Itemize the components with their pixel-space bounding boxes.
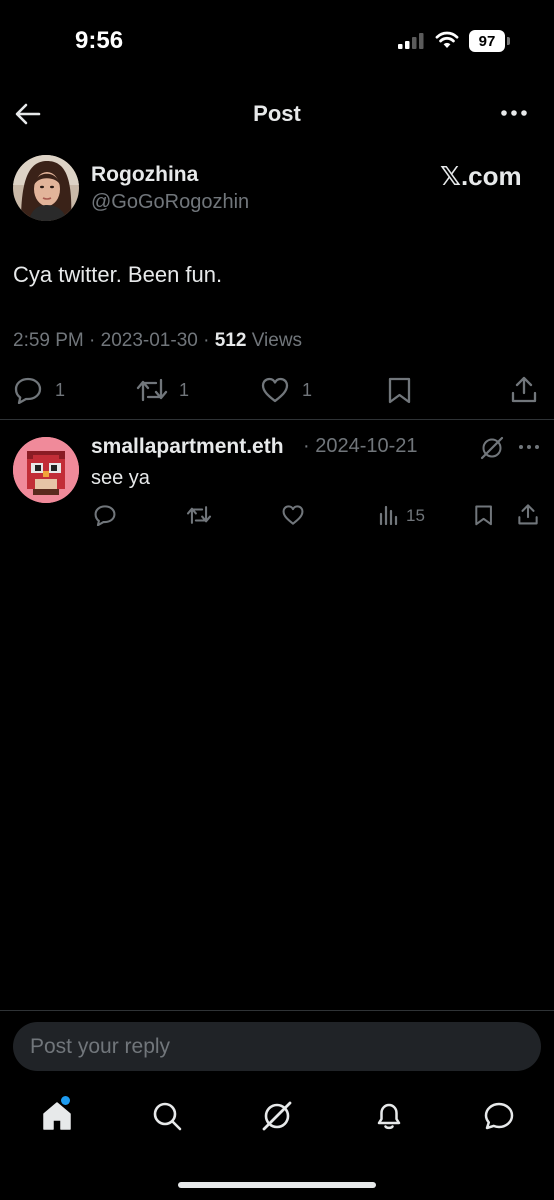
search-icon bbox=[153, 1102, 182, 1131]
post-meta: 2:59 PM · 2023-01-30 · 512 Views bbox=[13, 330, 302, 352]
repost-icon bbox=[136, 378, 168, 402]
tab-grok[interactable] bbox=[261, 1100, 293, 1132]
reply-views-count: 15 bbox=[406, 506, 425, 525]
share-icon bbox=[511, 376, 537, 403]
tab-home[interactable] bbox=[41, 1100, 73, 1132]
author-avatar[interactable] bbox=[13, 155, 79, 221]
grok-icon bbox=[480, 436, 504, 460]
tab-notifications[interactable] bbox=[373, 1100, 405, 1132]
more-dots-icon bbox=[519, 445, 539, 449]
page-title: Post bbox=[253, 101, 301, 126]
reply-share-button[interactable] bbox=[517, 503, 539, 525]
grok-button[interactable] bbox=[480, 436, 504, 460]
divider bbox=[0, 419, 554, 420]
tab-messages[interactable] bbox=[483, 1100, 515, 1132]
reply-more-button[interactable] bbox=[518, 444, 540, 450]
reply-action[interactable]: 1 bbox=[13, 376, 65, 404]
bookmark-icon bbox=[388, 377, 411, 404]
reply-icon bbox=[94, 505, 116, 526]
composer-divider bbox=[0, 1010, 554, 1011]
grok-icon bbox=[262, 1101, 292, 1131]
cellular-signal-icon bbox=[398, 33, 426, 49]
share-button[interactable] bbox=[510, 375, 538, 403]
battery-nub bbox=[507, 37, 510, 45]
bell-icon bbox=[377, 1103, 401, 1130]
tab-search[interactable] bbox=[151, 1100, 183, 1132]
reply-repost-button[interactable] bbox=[186, 504, 212, 526]
x-com-badge: 𝕏.com bbox=[440, 161, 522, 191]
repost-count: 1 bbox=[179, 379, 190, 400]
home-icon bbox=[43, 1102, 71, 1130]
reply-date: · 2024-10-21 bbox=[303, 435, 418, 457]
notification-dot bbox=[61, 1096, 70, 1105]
reply-author-avatar[interactable] bbox=[13, 437, 79, 503]
battery-indicator: 97 bbox=[469, 30, 505, 52]
reply-bookmark-button[interactable] bbox=[474, 504, 494, 526]
wifi-icon bbox=[435, 31, 459, 49]
reply-count: 1 bbox=[55, 379, 66, 400]
home-indicator bbox=[178, 1182, 376, 1188]
author-handle[interactable]: @GoGoRogozhin bbox=[91, 191, 249, 214]
reply-text: see ya bbox=[91, 467, 150, 489]
post-timestamp: 2:59 PM · 2023-01-30 · bbox=[13, 330, 215, 351]
more-dots-icon bbox=[501, 110, 527, 116]
reply-input[interactable] bbox=[30, 1022, 520, 1071]
like-action[interactable]: 1 bbox=[260, 376, 312, 404]
heart-icon bbox=[261, 377, 289, 403]
status-time: 9:56 bbox=[75, 27, 124, 54]
like-count: 1 bbox=[302, 379, 313, 400]
views-label: Views bbox=[246, 330, 303, 351]
reply-author-name[interactable]: smallapartment.eth bbox=[91, 435, 284, 459]
message-icon bbox=[484, 1102, 514, 1130]
reply-composer[interactable] bbox=[13, 1022, 541, 1071]
repost-action[interactable]: 1 bbox=[136, 376, 189, 404]
more-options-button[interactable] bbox=[500, 108, 528, 118]
reply-views-button[interactable] bbox=[379, 505, 399, 525]
reply-reply-button[interactable] bbox=[93, 504, 117, 526]
bookmark-icon bbox=[475, 505, 492, 526]
reply-like-button[interactable] bbox=[281, 504, 305, 526]
share-icon bbox=[518, 504, 538, 525]
repost-icon bbox=[186, 506, 212, 524]
heart-icon bbox=[282, 505, 304, 525]
post-text: Cya twitter. Been fun. bbox=[13, 262, 223, 287]
author-name[interactable]: Rogozhina bbox=[91, 163, 198, 187]
bookmark-button[interactable] bbox=[387, 376, 413, 404]
views-count: 512 bbox=[214, 330, 247, 351]
analytics-icon bbox=[379, 505, 398, 525]
reply-icon bbox=[14, 377, 42, 404]
